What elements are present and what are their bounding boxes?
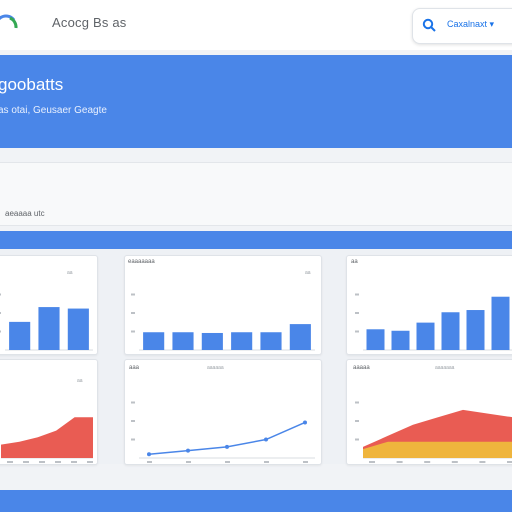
x-tick-mark xyxy=(7,461,13,463)
bar xyxy=(38,307,60,350)
app-title: Acocg Bs as xyxy=(52,15,127,30)
bar xyxy=(231,332,253,350)
section-panel: aeaaaa utc xyxy=(0,162,512,226)
y-tick-mark xyxy=(0,312,1,314)
bar xyxy=(391,330,410,350)
series-line xyxy=(148,421,306,456)
y-tick-mark xyxy=(355,312,359,314)
bar-chart xyxy=(355,293,512,351)
y-tick-mark xyxy=(355,330,359,333)
hero-title: goobatts xyxy=(0,75,64,94)
chart-card-2[interactable]: eaaaaaaa aa xyxy=(124,255,322,355)
chart-card-4[interactable]: aa xyxy=(0,359,98,465)
x-tick-mark xyxy=(225,461,230,463)
data-point xyxy=(264,437,268,442)
bar xyxy=(466,310,485,350)
y-tick-mark xyxy=(355,293,359,296)
bar xyxy=(260,332,282,350)
bar xyxy=(9,321,31,350)
line-chart xyxy=(131,401,315,463)
y-tick-mark xyxy=(131,420,135,422)
bar xyxy=(143,332,165,350)
y-tick-mark xyxy=(0,330,1,333)
x-tick-mark xyxy=(451,461,458,463)
bar xyxy=(441,312,460,350)
x-tick-mark xyxy=(369,461,375,463)
y-tick-mark xyxy=(131,438,135,441)
y-tick-mark xyxy=(355,438,359,441)
data-point xyxy=(225,444,229,449)
chart-grid: aa eaaaaaaa aa aa aa aaa aaaaaa aaaaa aa… xyxy=(0,249,512,465)
area-chart xyxy=(1,417,93,463)
y-tick-mark xyxy=(131,312,135,314)
x-tick-mark xyxy=(479,461,486,463)
x-tick-mark xyxy=(424,461,431,463)
area-series xyxy=(1,417,93,458)
bar xyxy=(366,329,385,350)
chart-card-6[interactable]: aaaaa aaaaaaa xyxy=(346,359,512,465)
y-tick-mark xyxy=(0,293,1,296)
x-tick-mark xyxy=(87,461,93,463)
search-label[interactable]: Caxalnaxt ▾ xyxy=(447,19,494,30)
app-logo-icon[interactable] xyxy=(0,12,20,36)
data-point xyxy=(186,448,190,453)
area-series xyxy=(363,441,512,458)
bottom-bar xyxy=(0,490,512,512)
search-box[interactable]: Caxalnaxt ▾ xyxy=(412,8,512,44)
x-tick-mark xyxy=(303,461,308,463)
x-tick-mark xyxy=(147,461,152,463)
hero-banner: goobatts as otai, Geusaer Geagte xyxy=(0,55,512,148)
bar xyxy=(172,332,194,350)
y-tick-mark xyxy=(131,293,135,296)
x-tick-mark xyxy=(264,461,269,463)
x-tick-mark xyxy=(71,461,77,463)
bar xyxy=(67,308,89,350)
bar xyxy=(201,332,223,350)
bar xyxy=(416,322,435,350)
bar xyxy=(289,324,311,350)
x-tick-mark xyxy=(23,461,29,463)
hero-subtitle: as otai, Geusaer Geagte xyxy=(0,105,107,116)
chart-card-5[interactable]: aaa aaaaaa xyxy=(124,359,322,465)
top-bar: Acocg Bs as Caxalnaxt ▾ xyxy=(0,0,512,50)
bar-chart xyxy=(131,293,315,351)
data-point xyxy=(147,452,151,457)
x-tick-mark xyxy=(396,461,403,463)
x-tick-mark xyxy=(39,461,45,463)
dashboard-header-strip xyxy=(0,231,512,249)
chart-card-3[interactable]: aa xyxy=(346,255,512,355)
y-tick-mark xyxy=(131,401,135,404)
y-tick-mark xyxy=(355,401,359,404)
area-chart xyxy=(355,401,512,463)
y-tick-mark xyxy=(131,330,135,333)
x-tick-mark xyxy=(55,461,61,463)
search-icon[interactable] xyxy=(422,18,436,32)
y-tick-mark xyxy=(355,420,359,422)
x-tick-mark xyxy=(507,461,512,463)
section-label: aeaaaa utc xyxy=(5,209,45,218)
bar xyxy=(491,296,510,350)
data-point xyxy=(303,420,307,425)
chart-card-1[interactable]: aa xyxy=(0,255,98,355)
bar-chart xyxy=(0,293,93,351)
x-tick-mark xyxy=(186,461,191,463)
